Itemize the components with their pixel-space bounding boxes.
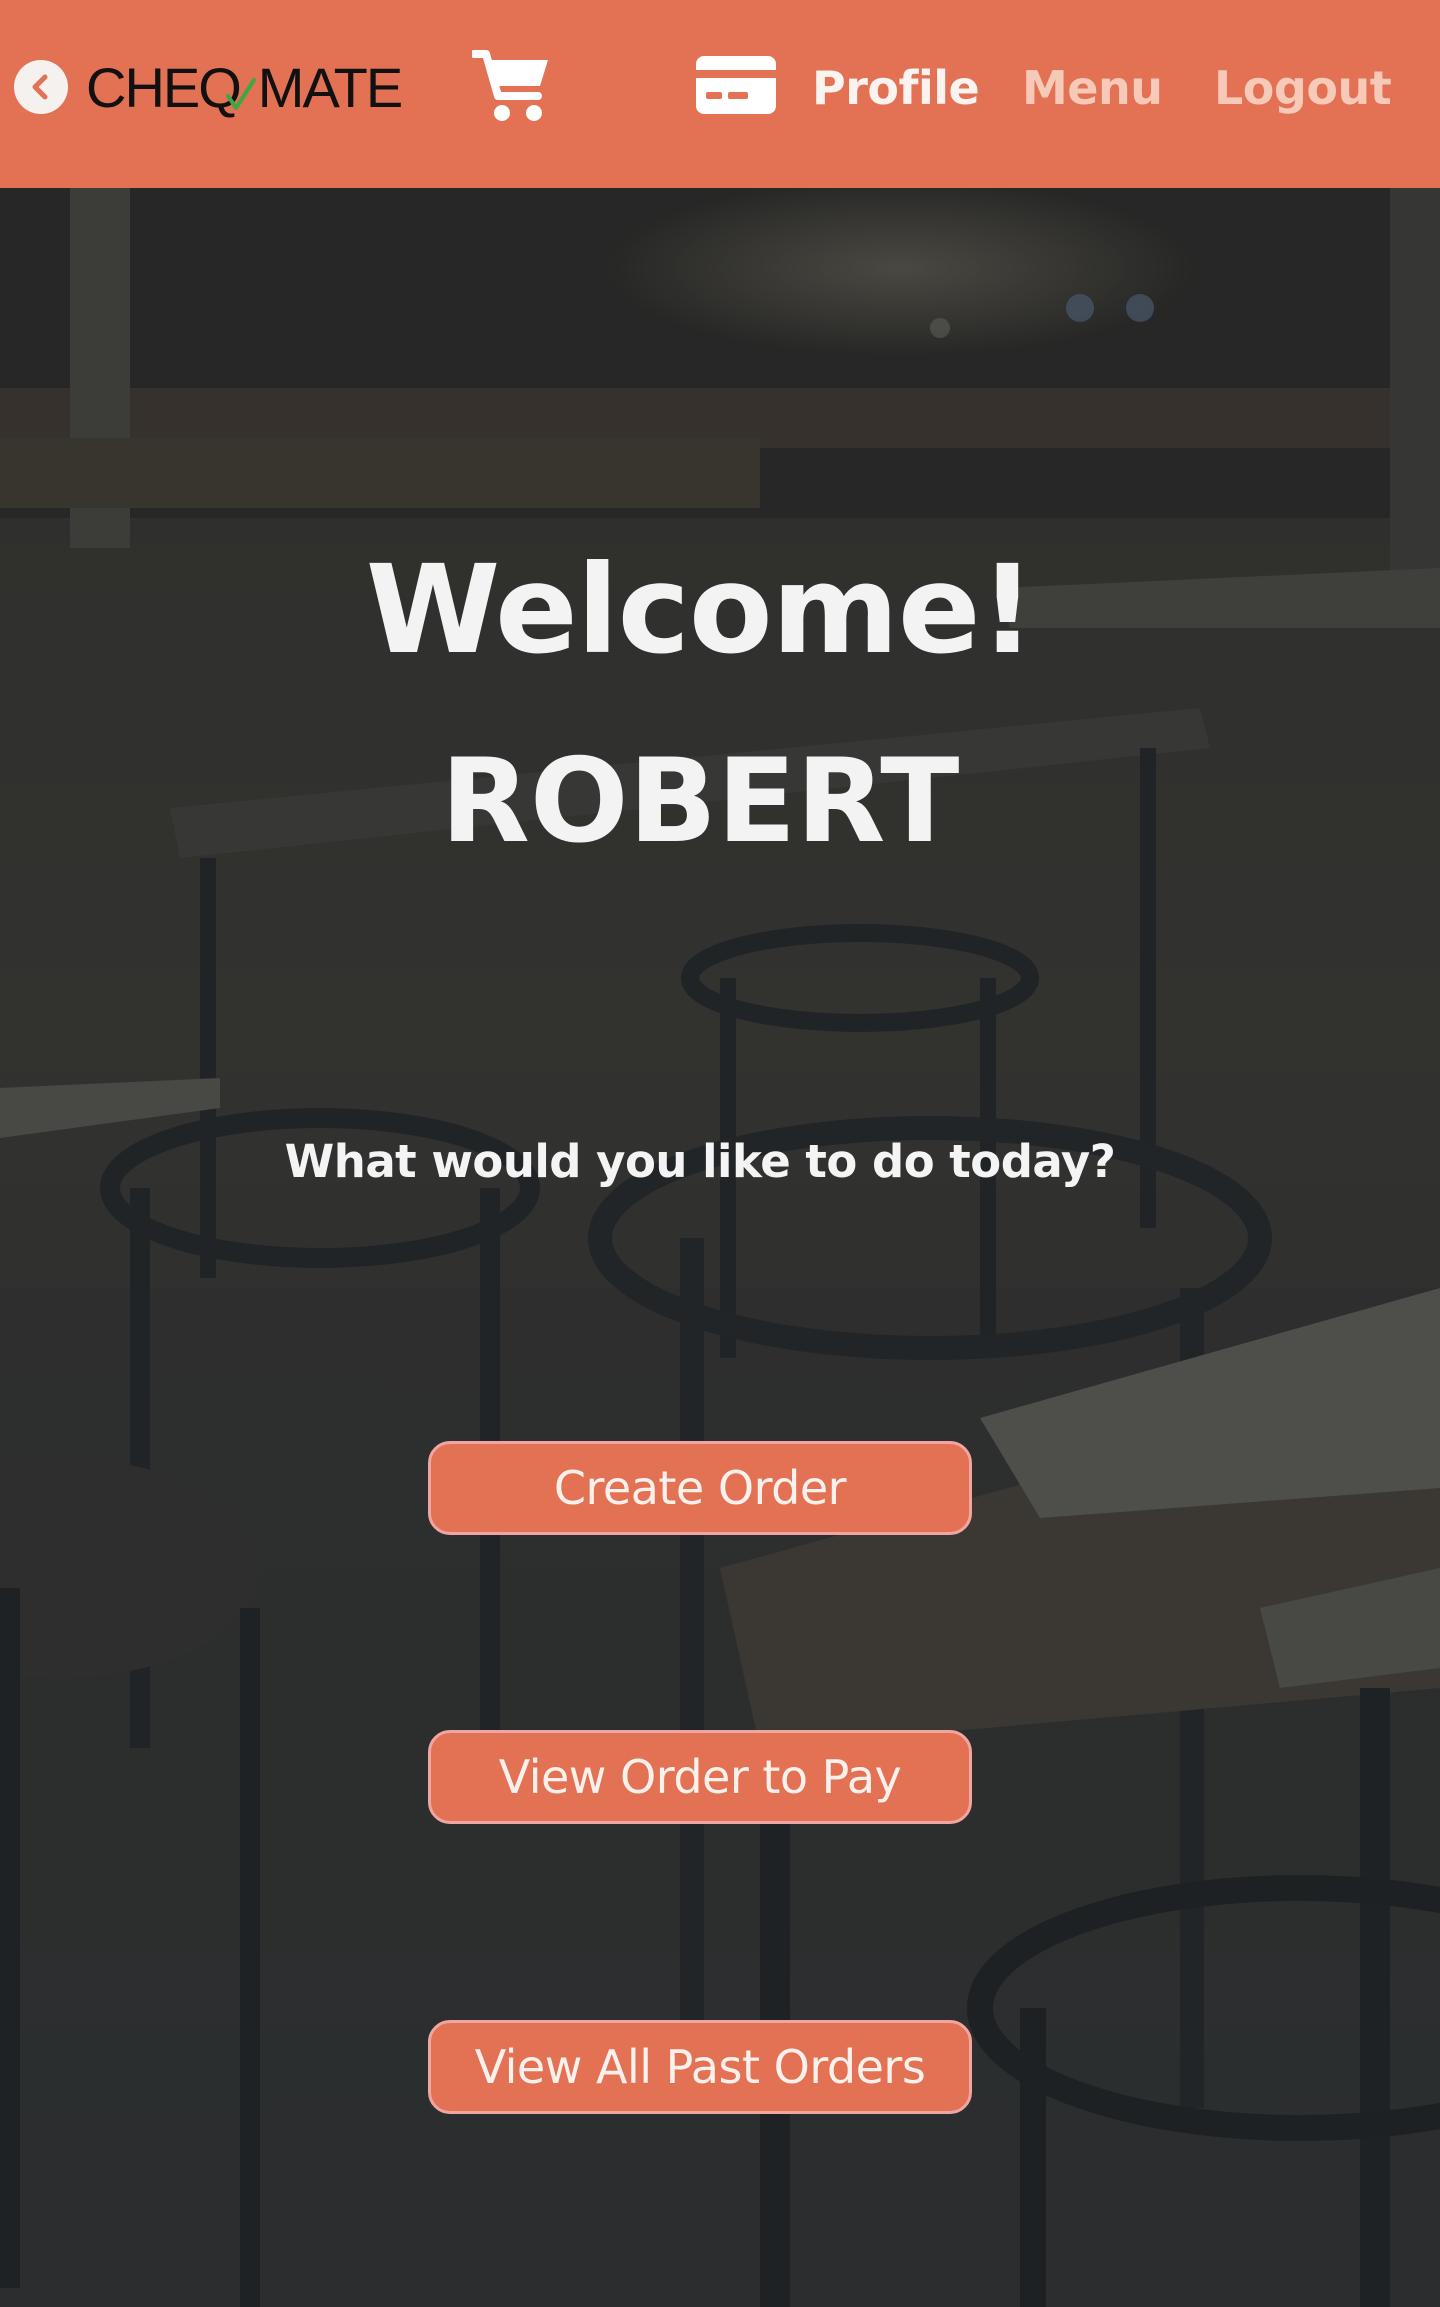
credit-card-icon[interactable] — [696, 56, 776, 114]
view-order-to-pay-button[interactable]: View Order to Pay — [428, 1730, 972, 1824]
checkmark-icon — [226, 78, 257, 110]
main-content: Welcome! ROBERT What would you like to d… — [0, 0, 1440, 2307]
top-navbar: CHE Q MATE Profile Menu Logout — [0, 0, 1440, 188]
create-order-button[interactable]: Create Order — [428, 1441, 972, 1535]
nav-link-profile[interactable]: Profile — [812, 56, 980, 120]
nav-link-menu[interactable]: Menu — [1022, 56, 1163, 120]
action-prompt: What would you like to do today? — [284, 1135, 1116, 1188]
back-icon[interactable] — [14, 60, 68, 114]
brand-logo[interactable]: CHE Q MATE — [86, 56, 403, 120]
brand-text-mate: MATE — [257, 56, 403, 119]
brand-text-q-wrap: Q — [198, 60, 257, 116]
brand-text-che: CHE — [86, 56, 200, 119]
nav-link-logout[interactable]: Logout — [1214, 56, 1392, 120]
view-past-orders-button[interactable]: View All Past Orders — [428, 2020, 972, 2114]
welcome-heading: Welcome! — [365, 539, 1035, 681]
username-heading: ROBERT — [440, 734, 960, 869]
shopping-cart-icon[interactable] — [470, 48, 552, 124]
